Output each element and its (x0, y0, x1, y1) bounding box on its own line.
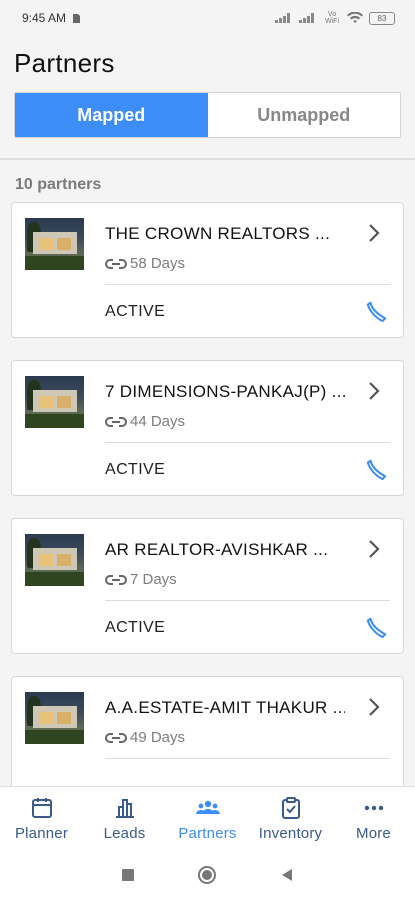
tab-unmapped[interactable]: Unmapped (207, 93, 400, 137)
partner-list: THE CROWN REALTORS ... 58 Days ACTIVE 7 … (0, 202, 415, 812)
partner-meta: 58 Days (105, 255, 185, 272)
nav-leads[interactable]: Leads (83, 787, 166, 850)
nav-label: Partners (178, 825, 237, 842)
nav-label: Inventory (258, 825, 323, 842)
partner-name: THE CROWN REALTORS ... (105, 224, 331, 243)
partner-card[interactable]: 7 DIMENSIONS-PANKAJ(P) ... 44 Days ACTIV… (11, 360, 404, 496)
partner-thumbnail (25, 692, 84, 744)
partner-meta: 7 Days (105, 571, 177, 588)
partner-thumbnail (25, 218, 84, 270)
partner-status: ACTIVE (105, 619, 166, 636)
home-icon[interactable] (197, 865, 217, 885)
nav-label: More (356, 825, 391, 842)
card-divider (105, 442, 390, 443)
link-icon (105, 574, 127, 585)
card-divider (105, 758, 390, 759)
recents-icon[interactable] (121, 868, 135, 882)
header: Partners Mapped Unmapped (0, 36, 415, 138)
nav-label: Planner (14, 825, 69, 842)
battery-icon: 83 (369, 11, 395, 25)
signal-icon (299, 13, 317, 23)
partner-meta: 44 Days (105, 413, 185, 430)
wifi-icon (347, 12, 363, 23)
partner-name: A.A.ESTATE-AMIT THAKUR ... (105, 698, 345, 717)
nav-more[interactable]: More (332, 787, 415, 850)
partner-count: 10 partners (15, 176, 102, 193)
linked-days: 58 Days (130, 255, 186, 272)
link-icon (105, 258, 127, 269)
partner-name: AR REALTOR-AVISHKAR ... (105, 540, 329, 559)
back-icon[interactable] (280, 868, 294, 882)
card-divider (105, 600, 390, 601)
tab-mapped[interactable]: Mapped (15, 93, 208, 137)
status-right: Vo WiFi 83 (275, 11, 395, 25)
calendar-icon (31, 798, 52, 818)
phone-icon[interactable] (366, 616, 388, 638)
status-left: 9:45 AM (22, 11, 81, 25)
phone-icon[interactable] (366, 458, 388, 480)
partner-card[interactable]: THE CROWN REALTORS ... 58 Days ACTIVE (11, 202, 404, 338)
status-time: 9:45 AM (22, 11, 67, 25)
nav-inventory[interactable]: Inventory (249, 787, 332, 850)
network-label: Vo WiFi (325, 11, 339, 25)
partner-name: 7 DIMENSIONS-PANKAJ(P) ... (105, 382, 345, 401)
chevron-right-icon[interactable] (362, 537, 386, 561)
status-bar: 9:45 AM Vo WiFi 83 (0, 0, 415, 36)
bar-chart-icon (115, 799, 134, 818)
linked-days: 7 Days (130, 571, 177, 588)
bottom-nav: Planner Leads Partners Inventory More (0, 786, 415, 850)
clipboard-check-icon (281, 797, 300, 819)
system-nav-bar (0, 850, 415, 900)
mapped-toggle: Mapped Unmapped (14, 92, 401, 138)
link-icon (105, 416, 127, 427)
partner-status: ACTIVE (105, 461, 166, 478)
partner-thumbnail (25, 376, 84, 428)
linked-days: 49 Days (130, 729, 186, 746)
chevron-right-icon[interactable] (362, 695, 386, 719)
nav-planner[interactable]: Planner (0, 787, 83, 850)
page-title: Partners (14, 48, 115, 78)
link-icon (105, 732, 127, 743)
chevron-right-icon[interactable] (362, 379, 386, 403)
more-dots-icon (364, 805, 383, 811)
chevron-right-icon[interactable] (362, 221, 386, 245)
partner-status: ACTIVE (105, 303, 166, 320)
phone-icon[interactable] (366, 300, 388, 322)
partner-card[interactable]: AR REALTOR-AVISHKAR ... 7 Days ACTIVE (11, 518, 404, 654)
nav-partners[interactable]: Partners (166, 787, 249, 850)
linked-days: 44 Days (130, 413, 186, 430)
people-icon (195, 800, 220, 814)
signal-icon (275, 13, 293, 23)
partner-meta: 49 Days (105, 729, 185, 746)
sim-icon (73, 13, 81, 23)
card-divider (105, 284, 390, 285)
nav-label: Leads (103, 825, 146, 842)
partner-thumbnail (25, 534, 84, 586)
